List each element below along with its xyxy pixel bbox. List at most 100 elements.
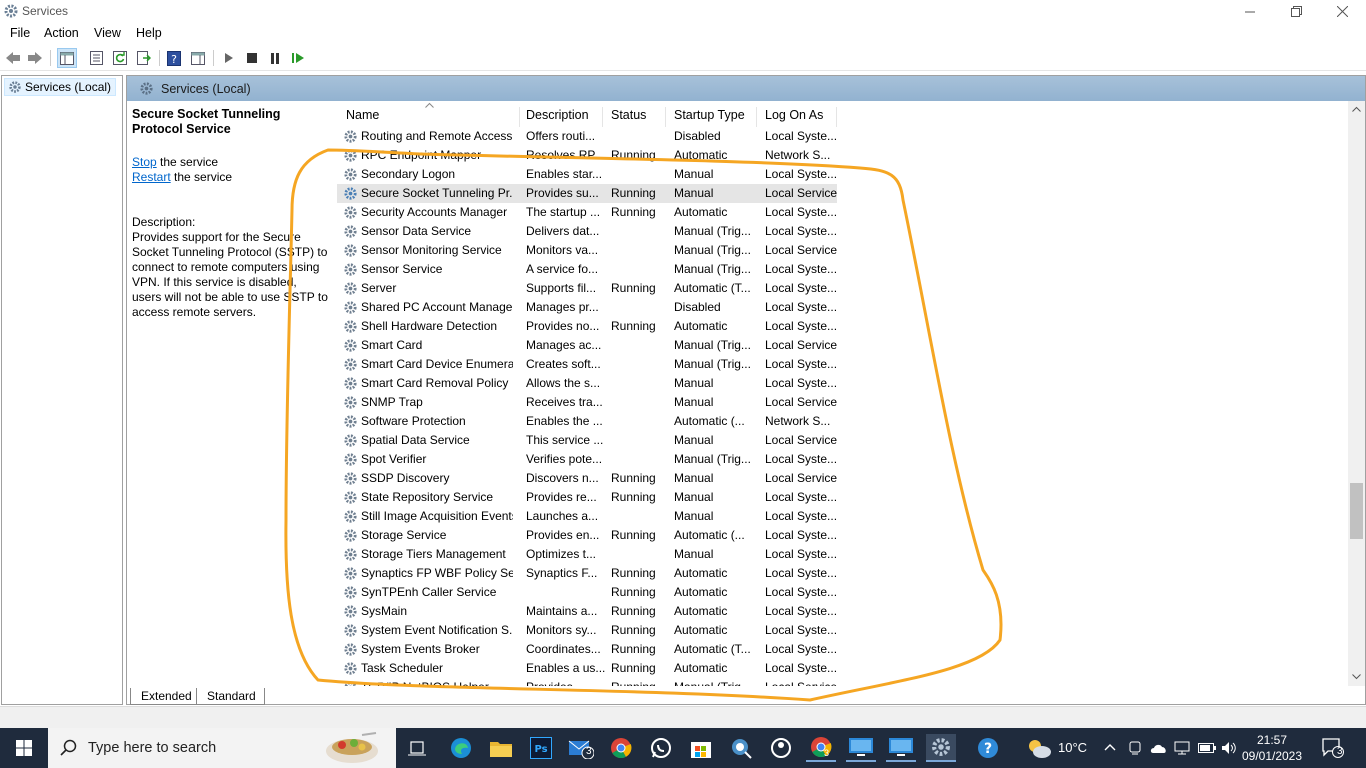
service-row[interactable]: Spatial Data Service This service ... Manu… — [337, 431, 837, 450]
minimize-button[interactable] — [1227, 0, 1273, 23]
taskbar-get-help[interactable]: ? — [973, 734, 1003, 762]
service-row[interactable]: Security Accounts Manager The startup ...… — [337, 203, 837, 222]
chrome-window-count-badge: 3 — [824, 748, 830, 758]
service-row[interactable]: SSDP Discovery Discovers n... Running Manua… — [337, 469, 837, 488]
stop-service-button[interactable] — [242, 48, 262, 68]
restart-link[interactable]: Restart — [132, 170, 171, 184]
column-header-log-on-as[interactable]: Log On As — [756, 107, 837, 127]
service-row[interactable]: Server Supports fil... Running Automatic (T… — [337, 279, 837, 298]
tree-node-services-local[interactable]: Services (Local) — [4, 78, 117, 96]
service-description-cell: This service ... — [526, 433, 604, 447]
service-row[interactable]: Shell Hardware Detection Provides no... Ru… — [337, 317, 837, 336]
service-row[interactable]: Secondary Logon Enables star... Manual Loca… — [337, 165, 837, 184]
taskbar-search-box[interactable]: Type here to search — [48, 728, 396, 768]
menu-help[interactable]: Help — [136, 26, 162, 40]
service-row[interactable]: Storage Service Provides en... Running Auto… — [337, 526, 837, 545]
pause-service-button[interactable] — [265, 48, 285, 68]
restart-service-button[interactable] — [288, 48, 308, 68]
notification-center-button[interactable]: 3 — [1318, 734, 1348, 762]
system-clock[interactable]: 21:57 09/01/2023 — [1240, 732, 1304, 764]
menu-file[interactable]: File — [10, 26, 30, 40]
taskbar-edge[interactable] — [446, 734, 476, 762]
service-row[interactable]: Still Image Acquisition Events Launches a… — [337, 507, 837, 526]
show-hide-console-tree-button[interactable] — [57, 48, 77, 68]
service-row[interactable]: Task Scheduler Enables a us... Running Auto… — [337, 659, 837, 678]
taskbar-obs[interactable] — [766, 734, 796, 762]
close-icon — [1336, 6, 1348, 17]
start-button[interactable] — [9, 734, 39, 762]
weather-widget[interactable] — [1024, 734, 1054, 762]
service-startup-type: Disabled — [674, 300, 721, 314]
taskbar-services[interactable] — [926, 734, 956, 762]
taskbar-whatsapp[interactable] — [646, 734, 676, 762]
service-row[interactable]: SynTPEnh Caller Service Running Automatic L… — [337, 583, 837, 602]
service-row[interactable]: SysMain Maintains a... Running Automatic Loc… — [337, 602, 837, 621]
service-row[interactable]: RPC Endpoint Mapper Resolves RP... Running… — [337, 146, 837, 165]
service-name: SSDP Discovery — [361, 471, 450, 485]
service-row[interactable]: State Repository Service Provides re... Ru… — [337, 488, 837, 507]
service-row[interactable]: Spot Verifier Verifies pote... Manual (Tri… — [337, 450, 837, 469]
service-row[interactable]: Secure Socket Tunneling Pr... Provides su… — [337, 184, 837, 203]
tab-standard[interactable]: Standard — [196, 688, 265, 705]
menu-action[interactable]: Action — [44, 26, 79, 40]
service-row[interactable]: Smart Card Device Enumera... Creates soft… — [337, 355, 837, 374]
taskbar-chrome-profile[interactable]: 3 — [806, 734, 836, 762]
chevron-up-icon[interactable] — [1104, 743, 1116, 751]
taskbar-mail[interactable]: 3 — [566, 734, 596, 762]
export-list-button[interactable] — [134, 48, 154, 68]
taskbar-remote-desktop-2[interactable] — [886, 734, 916, 762]
show-hide-action-pane-button[interactable] — [188, 48, 208, 68]
forward-button[interactable] — [25, 48, 45, 68]
service-description-cell: Provides en... — [526, 528, 600, 542]
column-header-status[interactable]: Status — [602, 107, 666, 127]
tab-extended[interactable]: Extended — [130, 688, 201, 705]
restore-button[interactable] — [1273, 0, 1319, 23]
service-row[interactable]: Synaptics FP WBF Policy Ser... Synaptics … — [337, 564, 837, 583]
taskbar-microsoft-store[interactable] — [686, 734, 716, 762]
search-placeholder: Type here to search — [88, 740, 217, 756]
close-button[interactable] — [1319, 0, 1365, 23]
scrollbar-thumb[interactable] — [1350, 483, 1363, 539]
taskbar-photoshop[interactable]: Ps — [526, 734, 556, 762]
vertical-scrollbar[interactable] — [1348, 101, 1365, 686]
service-row[interactable]: System Events Broker Coordinates... Runnin… — [337, 640, 837, 659]
refresh-button[interactable] — [110, 48, 130, 68]
remote-desktop-icon — [889, 738, 913, 756]
properties-button[interactable] — [86, 48, 106, 68]
start-service-button[interactable] — [219, 48, 239, 68]
service-startup-type: Manual (Trig... — [674, 452, 751, 466]
network-icon[interactable] — [1174, 741, 1190, 755]
meet-now-icon[interactable] — [1128, 741, 1142, 755]
service-row[interactable]: Shared PC Account Manager Manages pr... Di… — [337, 298, 837, 317]
service-row[interactable]: SNMP Trap Receives tra... Manual Local Serv… — [337, 393, 837, 412]
task-view-button[interactable] — [402, 734, 432, 762]
volume-icon[interactable] — [1221, 741, 1237, 755]
service-row[interactable]: TCP/IP NetBIOS Helper Provides... RunningM… — [337, 678, 837, 686]
column-header-name[interactable]: Name — [337, 107, 520, 127]
service-row[interactable]: Sensor Data Service Delivers dat... Manual… — [337, 222, 837, 241]
taskbar-remote-desktop[interactable] — [846, 734, 876, 762]
service-row[interactable]: Software Protection Enables the ... Automa… — [337, 412, 837, 431]
service-row[interactable]: System Event Notification S... Monitors s… — [337, 621, 837, 640]
help-button[interactable]: ? — [164, 48, 184, 68]
back-button[interactable] — [3, 48, 23, 68]
service-row[interactable]: Storage Tiers Management Optimizes t... Ma… — [337, 545, 837, 564]
menu-view[interactable]: View — [94, 26, 121, 40]
taskbar-search-app[interactable] — [726, 734, 756, 762]
service-row[interactable]: Smart Card Manages ac... Manual (Trig... Lo… — [337, 336, 837, 355]
onedrive-cloud-icon[interactable] — [1150, 742, 1168, 754]
column-header-startup-type[interactable]: Startup Type — [665, 107, 757, 127]
scroll-down-icon[interactable] — [1352, 674, 1361, 680]
scroll-up-icon[interactable] — [1352, 106, 1361, 112]
taskbar-chrome[interactable] — [606, 734, 636, 762]
taskbar-file-explorer[interactable] — [486, 734, 516, 762]
service-row[interactable]: Sensor Monitoring Service Monitors va... M… — [337, 241, 837, 260]
battery-icon[interactable] — [1198, 743, 1216, 753]
stop-link[interactable]: Stop — [132, 155, 157, 169]
service-description-cell: Delivers dat... — [526, 224, 600, 238]
service-description-cell: Allows the s... — [526, 376, 601, 390]
service-row[interactable]: Smart Card Removal Policy Allows the s...… — [337, 374, 837, 393]
service-row[interactable]: Routing and Remote Access Offers routi...… — [337, 127, 837, 146]
service-row[interactable]: Sensor Service A service fo... Manual (Tri… — [337, 260, 837, 279]
column-header-description[interactable]: Description — [517, 107, 603, 127]
